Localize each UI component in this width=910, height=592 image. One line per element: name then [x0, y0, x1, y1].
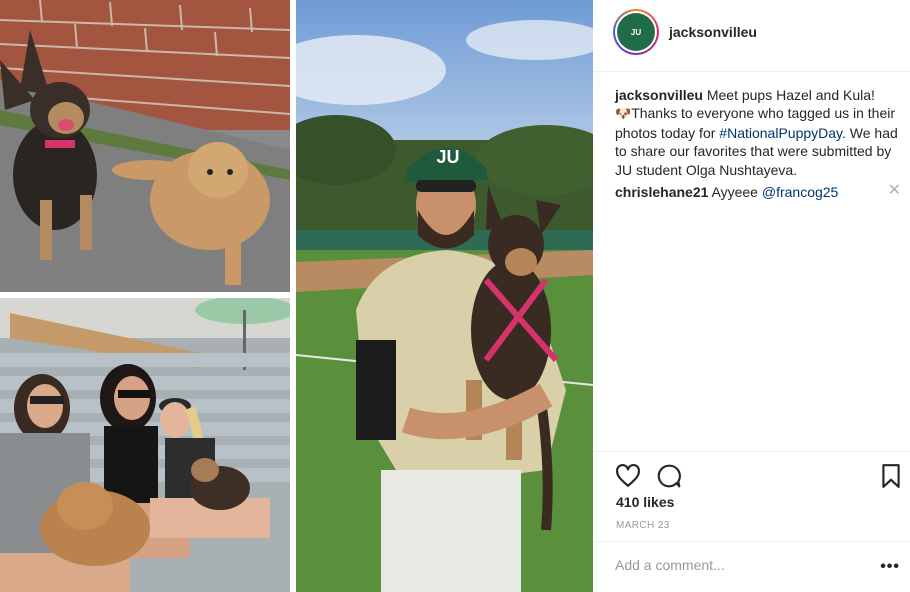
puppy-emoji-icon: 🐶	[615, 106, 632, 122]
comment-username[interactable]: chrislehane21	[615, 184, 708, 200]
close-icon[interactable]: ✕	[888, 183, 901, 199]
bookmark-icon[interactable]	[880, 463, 902, 489]
avatar[interactable]: JU	[615, 11, 657, 53]
post-header: JU jacksonvilleu	[593, 0, 910, 72]
likes-count[interactable]: 410 likes	[616, 494, 674, 510]
avatar-story-ring[interactable]: JU	[613, 9, 659, 55]
comment-bubble-icon[interactable]	[656, 463, 682, 489]
header-username[interactable]: jacksonvilleu	[669, 24, 757, 40]
caption-username[interactable]: jacksonvilleu	[615, 87, 703, 103]
add-comment-bar: •••	[593, 541, 910, 592]
comment-input[interactable]	[615, 557, 855, 573]
photo-puppies-on-pavement	[0, 0, 290, 292]
caption: jacksonvilleu Meet pups Hazel and Kula! …	[615, 86, 901, 179]
mention-link[interactable]: @francog25	[762, 184, 838, 200]
post-date[interactable]: MARCH 23	[616, 520, 670, 531]
comments-list: jacksonvilleu Meet pups Hazel and Kula! …	[615, 86, 901, 205]
comment-item: chrislehane21 Ayyeee @francog25 ✕	[615, 183, 901, 201]
action-bar	[593, 451, 910, 488]
photo-player-holding-puppy: JU	[296, 0, 593, 592]
caption-text-1: Meet pups Hazel and Kula!	[706, 87, 875, 103]
hashtag-link[interactable]: #NationalPuppyDay	[719, 125, 842, 141]
cap-logo-text: JU	[436, 147, 459, 167]
post-image[interactable]: JU	[0, 0, 593, 592]
comment-text: Ayyeee	[711, 184, 758, 201]
more-options-icon[interactable]: •••	[880, 558, 900, 576]
avatar-seal-text: JU	[630, 27, 642, 37]
post-sidebar: JU jacksonvilleu jacksonvilleu Meet pups…	[593, 0, 910, 592]
university-seal-icon: JU	[617, 13, 655, 51]
heart-icon[interactable]	[615, 463, 641, 489]
photo-fans-in-stands	[0, 298, 290, 592]
